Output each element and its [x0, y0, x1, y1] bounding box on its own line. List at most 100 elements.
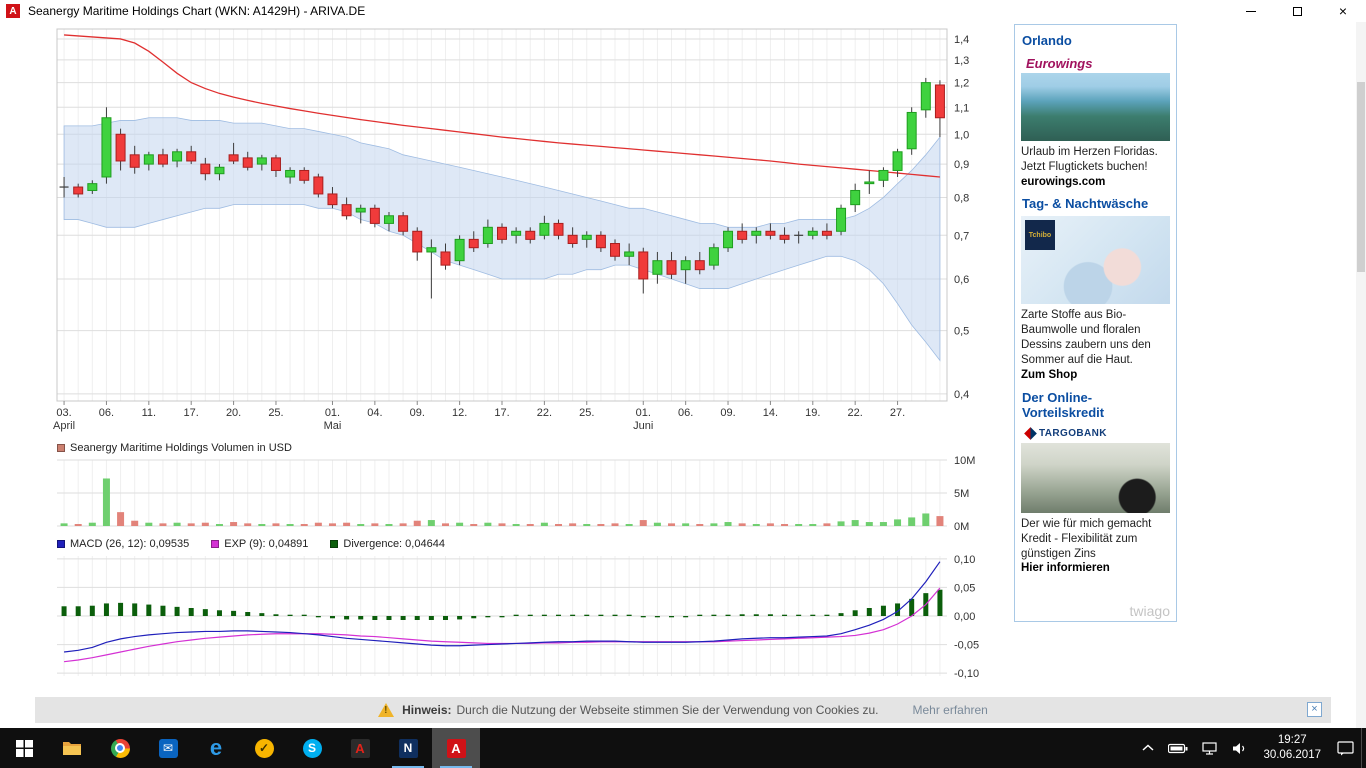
- ad-header-kredit[interactable]: Der Online-Vorteilskredit: [1022, 390, 1170, 420]
- mail-icon: [159, 739, 178, 758]
- svg-text:0M: 0M: [954, 521, 969, 533]
- taskbar-clock[interactable]: 19:27 30.06.2017: [1254, 733, 1330, 763]
- ad-targobank: Der Online-Vorteilskredit TARGOBANK Der …: [1021, 390, 1170, 577]
- svg-text:0,10: 0,10: [954, 554, 975, 566]
- macd-chart[interactable]: 0,10 0,05 0,00 -0,05 -0,10: [35, 552, 1015, 686]
- targobank-link[interactable]: Hier informieren: [1021, 561, 1170, 577]
- cookie-close-button[interactable]: ×: [1307, 702, 1322, 717]
- svg-text:22.: 22.: [848, 407, 863, 419]
- restore-button[interactable]: [1274, 0, 1320, 22]
- ariva-app-icon: A: [6, 4, 20, 18]
- macd-line-swatch: [57, 540, 65, 548]
- antivirus-icon: [255, 739, 274, 758]
- warning-icon: [378, 703, 394, 717]
- svg-text:17.: 17.: [494, 407, 509, 419]
- svg-text:0,00: 0,00: [954, 611, 975, 623]
- svg-text:0,4: 0,4: [954, 389, 969, 401]
- taskbar-icon-skype[interactable]: [288, 728, 336, 768]
- tchibo-caption: Zarte Stoffe aus Bio-Baumwolle und flora…: [1021, 308, 1170, 368]
- page-scrollbar[interactable]: [1356, 22, 1366, 728]
- taskbar-icon-chrome[interactable]: [96, 728, 144, 768]
- svg-text:10M: 10M: [954, 456, 975, 467]
- price-chart[interactable]: 1,41,31,21,11,00,90,80,70,60,50,403.Apri…: [35, 25, 1015, 440]
- close-button[interactable]: ×: [1320, 0, 1366, 22]
- svg-text:Juni: Juni: [633, 420, 653, 432]
- taskbar-icon-edge[interactable]: [192, 728, 240, 768]
- network-icon: [1202, 742, 1218, 755]
- targobank-logo-strip: TARGOBANK: [1021, 425, 1170, 443]
- svg-text:1,1: 1,1: [954, 102, 969, 114]
- tray-battery[interactable]: [1161, 728, 1195, 768]
- action-center-button[interactable]: [1330, 728, 1361, 768]
- svg-text:Mai: Mai: [324, 420, 342, 432]
- cookie-more-link[interactable]: Mehr erfahren: [912, 703, 987, 717]
- svg-text:12.: 12.: [452, 407, 467, 419]
- taskbar-icon-file-explorer[interactable]: [48, 728, 96, 768]
- cookie-notice-bold: Hinweis:: [402, 703, 451, 717]
- window-titlebar: A Seanergy Maritime Holdings Chart (WKN:…: [0, 0, 1366, 22]
- chrome-icon: [111, 739, 130, 758]
- taskbar-icon-mail[interactable]: [144, 728, 192, 768]
- ad-header-orlando[interactable]: Orlando: [1022, 33, 1170, 48]
- start-button[interactable]: [0, 728, 48, 768]
- taskbar-icon-ariva-active[interactable]: [432, 728, 480, 768]
- svg-text:0,9: 0,9: [954, 159, 969, 171]
- targobank-ad-image[interactable]: TARGOBANK: [1021, 425, 1170, 513]
- svg-text:01.: 01.: [636, 407, 651, 419]
- window-title: Seanergy Maritime Holdings Chart (WKN: A…: [28, 4, 365, 18]
- macd-signal-label: EXP (9): 0,04891: [224, 538, 308, 550]
- macd-signal-swatch: [211, 540, 219, 548]
- svg-text:0,05: 0,05: [954, 582, 975, 594]
- svg-text:0,8: 0,8: [954, 192, 969, 204]
- svg-text:25.: 25.: [268, 407, 283, 419]
- tray-network[interactable]: [1195, 728, 1225, 768]
- show-desktop-button[interactable]: [1361, 728, 1366, 768]
- taskbar-icon-acrobat[interactable]: [336, 728, 384, 768]
- svg-text:22.: 22.: [537, 407, 552, 419]
- app-n-icon: [399, 739, 418, 758]
- taskbar: 19:27 30.06.2017: [0, 728, 1366, 768]
- svg-text:03.: 03.: [56, 407, 71, 419]
- svg-text:1,2: 1,2: [954, 78, 969, 90]
- battery-icon: [1168, 743, 1188, 754]
- macd-divergence-label: Divergence: 0,04644: [343, 538, 445, 550]
- tchibo-ad-image[interactable]: Tchibo: [1021, 216, 1170, 304]
- svg-text:11.: 11.: [142, 407, 156, 419]
- svg-text:01.: 01.: [325, 407, 340, 419]
- tray-volume[interactable]: [1225, 728, 1254, 768]
- svg-text:0,7: 0,7: [954, 230, 969, 242]
- svg-text:19.: 19.: [805, 407, 820, 419]
- volume-chart[interactable]: 10M 5M 0M: [35, 456, 1015, 536]
- ariva-icon: [447, 739, 466, 758]
- ad-sidebar: Orlando Eurowings Urlaub im Herzen Flori…: [1014, 24, 1177, 622]
- svg-text:5M: 5M: [954, 488, 969, 500]
- svg-text:09.: 09.: [720, 407, 735, 419]
- taskbar-icon-app-n[interactable]: [384, 728, 432, 768]
- volume-legend-label: Seanergy Maritime Holdings Volumen in US…: [70, 442, 292, 454]
- svg-text:20.: 20.: [226, 407, 241, 419]
- acrobat-icon: [351, 739, 370, 758]
- twiago-logo[interactable]: twiago: [1130, 603, 1170, 619]
- svg-text:-0,05: -0,05: [954, 640, 979, 652]
- eurowings-link[interactable]: eurowings.com: [1021, 175, 1170, 191]
- minimize-button[interactable]: [1228, 0, 1274, 22]
- eurowings-ad-image[interactable]: Eurowings: [1021, 53, 1170, 141]
- tchibo-link[interactable]: Zum Shop: [1021, 368, 1170, 384]
- ad-header-waesche[interactable]: Tag- & Nachtwäsche: [1022, 196, 1170, 211]
- svg-text:-0,10: -0,10: [954, 668, 979, 680]
- clock-time: 19:27: [1263, 733, 1321, 748]
- svg-text:April: April: [53, 420, 75, 432]
- svg-text:04.: 04.: [367, 407, 382, 419]
- eurowings-logo-strip: Eurowings: [1021, 53, 1170, 73]
- scrollbar-thumb[interactable]: [1357, 82, 1365, 272]
- taskbar-icon-antivirus[interactable]: [240, 728, 288, 768]
- cookie-notice-text: Durch die Nutzung der Webseite stimmen S…: [456, 703, 878, 717]
- chart-area: 1,41,31,21,11,00,90,80,70,60,50,403.Apri…: [35, 25, 1015, 686]
- macd-divergence-swatch: [330, 540, 338, 548]
- speaker-icon: [1232, 742, 1247, 755]
- tray-hidden-icons-chevron[interactable]: [1135, 728, 1161, 768]
- svg-text:0,6: 0,6: [954, 274, 969, 286]
- svg-text:06.: 06.: [678, 407, 693, 419]
- svg-text:0,5: 0,5: [954, 326, 969, 338]
- targobank-logo: TARGOBANK: [1039, 428, 1107, 439]
